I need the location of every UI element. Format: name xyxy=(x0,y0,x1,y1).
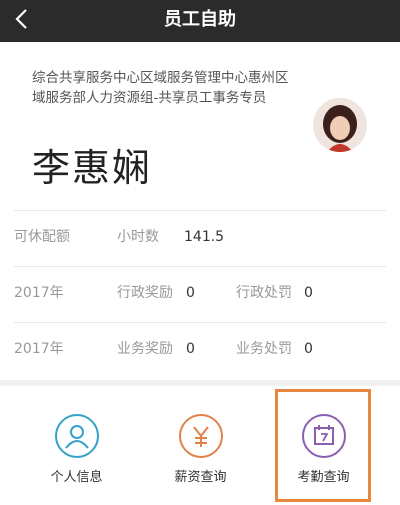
row-sub-label-2: 行政处罚 xyxy=(236,285,292,301)
quota-row: 可休配额 小时数 141.5 xyxy=(14,210,386,265)
business-row: 2017年 业务奖励 0 业务处罚 0 xyxy=(14,322,386,377)
row-label: 可休配额 xyxy=(14,229,70,245)
tab-salary[interactable]: 薪资查询 xyxy=(134,386,267,505)
yuan-icon xyxy=(179,414,223,458)
tab-label: 个人信息 xyxy=(50,470,103,485)
row-sub-label-2: 业务处罚 xyxy=(236,341,292,357)
row-sub-label: 行政奖励 xyxy=(117,285,173,301)
row-value: 0 xyxy=(186,341,195,357)
row-value-2: 0 xyxy=(304,341,313,357)
row-value-2: 0 xyxy=(304,285,313,301)
highlight-box xyxy=(275,389,371,502)
tab-personal-info[interactable]: 个人信息 xyxy=(10,386,143,505)
row-label: 2017年 xyxy=(14,341,64,357)
employee-name: 李惠娴 xyxy=(32,146,153,190)
person-icon xyxy=(55,414,99,458)
row-sub-label: 业务奖励 xyxy=(117,341,173,357)
avatar[interactable] xyxy=(313,98,367,152)
header-bar: 员工自助 xyxy=(0,0,400,42)
department-text: 综合共享服务中心区域服务管理中心惠州区域服务部人力资源组-共享员工事务专员 xyxy=(32,70,289,106)
avatar-photo-icon xyxy=(313,98,367,152)
row-label: 2017年 xyxy=(14,285,64,301)
tab-label: 薪资查询 xyxy=(174,470,227,485)
profile-card: 综合共享服务中心区域服务管理中心惠州区域服务部人力资源组-共享员工事务专员 李惠… xyxy=(0,42,400,380)
admin-row: 2017年 行政奖励 0 行政处罚 0 xyxy=(14,266,386,321)
row-sub-label: 小时数 xyxy=(117,229,159,245)
row-value: 0 xyxy=(186,285,195,301)
row-value: 141.5 xyxy=(184,229,225,245)
page-title: 员工自助 xyxy=(164,9,236,30)
